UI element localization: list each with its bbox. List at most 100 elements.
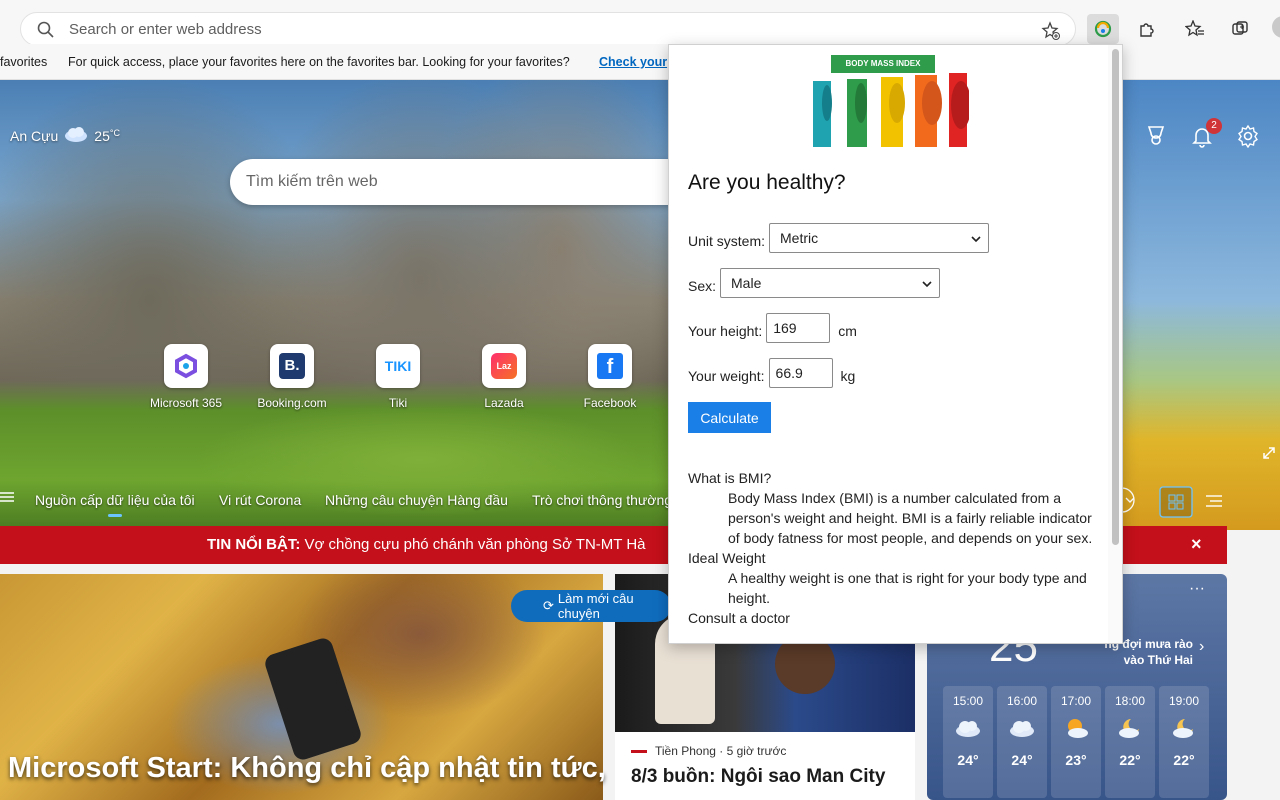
hour-item[interactable]: 18:00 22° — [1105, 686, 1155, 798]
browser-toolbar: Search or enter web address — [0, 0, 1280, 46]
grid-view-icon[interactable] — [1159, 486, 1193, 523]
collections-button[interactable] — [1224, 14, 1256, 44]
phone-image — [262, 635, 364, 763]
chevron-down-icon[interactable] — [1121, 486, 1148, 519]
hour-time: 19:00 — [1168, 694, 1200, 708]
add-favorite-icon[interactable] — [1041, 21, 1061, 46]
notifications-badge: 2 — [1206, 118, 1222, 134]
list-view-icon[interactable] — [1206, 494, 1222, 513]
favorites-folder[interactable]: favorites — [0, 55, 47, 69]
cloud-icon — [64, 126, 88, 145]
hour-temp: 24° — [957, 752, 979, 768]
chevron-right-icon[interactable]: › — [1199, 638, 1204, 656]
web-search-input[interactable]: Tìm kiếm trên web — [230, 159, 690, 205]
quick-link-label: Booking.com — [257, 396, 327, 410]
sex-label: Sex: — [688, 278, 717, 294]
puzzle-icon — [1140, 23, 1154, 37]
source-logo-icon — [631, 749, 647, 753]
web-search-placeholder: Tìm kiếm trên web — [246, 173, 378, 190]
quick-link-lazada[interactable]: Laz Lazada — [459, 344, 549, 410]
tiki-icon: TIKI — [376, 344, 420, 388]
weight-input[interactable]: 66.9 — [768, 358, 833, 388]
hour-temp: 23° — [1065, 752, 1087, 768]
hour-item[interactable]: 16:00 24° — [997, 686, 1047, 798]
sex-select[interactable]: Male — [720, 268, 941, 298]
sex-row: Sex: Male — [688, 268, 941, 298]
scrollbar-thumb[interactable] — [1112, 49, 1119, 545]
hour-temp: 22° — [1119, 752, 1141, 768]
ntp-header-icons: 2 — [1144, 118, 1260, 149]
hour-item[interactable]: 15:00 24° — [943, 686, 993, 798]
height-input[interactable]: 169 — [766, 313, 831, 343]
popup-heading: Are you healthy? — [688, 171, 846, 194]
tab-casual-games[interactable]: Trò chơi thông thường — [532, 492, 672, 508]
sex-value: Male — [731, 275, 762, 291]
hour-item[interactable]: 17:00 23° — [1051, 686, 1101, 798]
unit-row: Unit system: Metric — [688, 223, 990, 253]
ideal-weight-title: Ideal Weight — [688, 550, 766, 566]
address-bar[interactable]: Search or enter web address — [20, 12, 1076, 46]
unit-label: Unit system: — [688, 233, 766, 249]
weight-unit: kg — [840, 368, 856, 384]
refresh-label: Làm mới câu chuyện — [557, 591, 634, 621]
weather-mini[interactable]: An Cựu 25°C — [10, 126, 120, 145]
check-favorites-link[interactable]: Check your — [599, 55, 667, 69]
refresh-icon: ⟳ — [543, 598, 554, 613]
more-options-icon[interactable]: ··· — [1189, 580, 1205, 598]
calculate-button[interactable]: Calculate — [688, 402, 771, 433]
weather-location: An Cựu — [10, 127, 59, 144]
featured-headline: Microsoft Start: Không chỉ cập nhật tin … — [8, 752, 606, 784]
weight-row: Your weight: 66.9 kg — [688, 358, 855, 388]
breaking-label: TIN NỔI BẬT: — [207, 536, 301, 553]
rewards-icon[interactable] — [1144, 124, 1168, 148]
hourly-forecast: 15:00 24° 16:00 24° 17:00 23° 18:00 22° … — [943, 686, 1209, 798]
address-placeholder: Search or enter web address — [69, 21, 262, 38]
tab-top-stories[interactable]: Những câu chuyện Hàng đầu — [325, 492, 508, 508]
partly-cloudy-night-icon — [1105, 708, 1155, 748]
bmi-info: What is BMI? Body Mass Index (BMI) is a … — [688, 468, 1093, 628]
tab-my-feed[interactable]: Nguồn cấp dữ liệu của tôi — [35, 492, 195, 508]
height-unit: cm — [838, 323, 857, 339]
quick-link-label: Microsoft 365 — [149, 396, 223, 410]
quick-link-label: Tiki — [388, 396, 408, 410]
hour-time: 18:00 — [1114, 694, 1146, 708]
menu-icon[interactable] — [0, 490, 14, 507]
expand-icon[interactable] — [1262, 446, 1276, 465]
settings-gear-icon[interactable] — [1236, 124, 1260, 149]
quick-link-tiki[interactable]: TIKI Tiki — [353, 344, 443, 410]
search-icon — [37, 21, 55, 44]
collections-icon — [1232, 21, 1248, 35]
favorites-bar-message: For quick access, place your favorites h… — [68, 55, 570, 69]
favorites-button[interactable] — [1179, 14, 1211, 44]
close-icon[interactable]: × — [1191, 534, 1202, 555]
quick-link-microsoft365[interactable]: Microsoft 365 — [141, 344, 231, 410]
unit-select[interactable]: Metric — [769, 223, 990, 253]
quick-link-booking[interactable]: B. Booking.com — [247, 344, 337, 410]
hour-time: 16:00 — [1006, 694, 1038, 708]
breaking-text: Vợ chồng cựu phó chánh văn phòng Sở TN-M… — [304, 536, 646, 553]
weight-label: Your weight: — [688, 368, 765, 384]
hour-item[interactable]: 19:00 22° — [1159, 686, 1209, 798]
consult-doctor-title: Consult a doctor — [688, 610, 790, 626]
bmi-logo: BODY MASS INDEX — [809, 51, 969, 151]
quick-link-facebook[interactable]: f Facebook — [565, 344, 655, 410]
chevron-down-icon — [921, 277, 933, 293]
cloud-icon — [943, 708, 993, 748]
profile-avatar[interactable] — [1272, 16, 1280, 38]
notifications-bell-icon[interactable]: 2 — [1190, 118, 1222, 148]
unit-value: Metric — [780, 230, 819, 246]
quick-link-label: Facebook — [583, 396, 637, 410]
hour-temp: 22° — [1173, 752, 1195, 768]
hour-temp: 24° — [1011, 752, 1033, 768]
bmi-extension-popup: BODY MASS INDEX Are you healthy? Unit sy… — [668, 44, 1123, 644]
bmi-extension-button[interactable] — [1087, 14, 1119, 44]
refresh-stories-button[interactable]: ⟳ Làm mới câu chuyện — [511, 590, 671, 622]
popup-scrollbar[interactable] — [1108, 45, 1122, 643]
chevron-down-icon — [970, 232, 982, 248]
facebook-icon: f — [588, 344, 632, 388]
news-title: 8/3 buồn: Ngôi sao Man City — [631, 766, 886, 787]
tab-corona[interactable]: Vi rút Corona — [219, 492, 301, 508]
height-row: Your height: 169 cm — [688, 313, 857, 343]
extensions-button[interactable] — [1131, 14, 1163, 44]
news-source: Tiền Phong · 5 giờ trước — [655, 744, 787, 758]
